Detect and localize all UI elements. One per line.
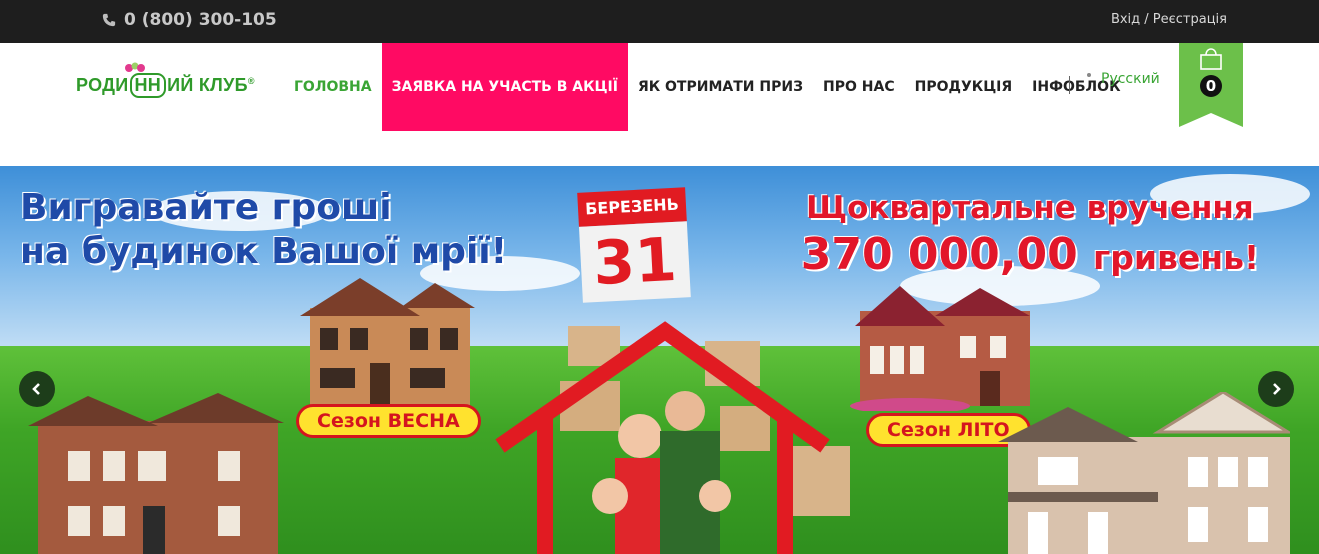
nav-item-how-to-get-prize[interactable]: ЯК ОТРИМАТИ ПРИЗ bbox=[628, 43, 813, 131]
site-logo[interactable]: РОДИ НН ИЙ КЛУБ® bbox=[76, 62, 254, 107]
slider-next-button[interactable] bbox=[1258, 371, 1294, 407]
language-bullet bbox=[1087, 73, 1091, 77]
house-brick-image bbox=[28, 393, 284, 554]
prize-amount: 370 000,00 bbox=[800, 229, 1078, 280]
main-navigation: ГОЛОВНА ЗАЯВКА НА УЧАСТЬ В АКЦІЇ ЯК ОТРИ… bbox=[284, 43, 1131, 131]
phone-contact[interactable]: 0 (800) 300-105 bbox=[102, 10, 277, 30]
headline-right-line2: 370 000,00 гривень! bbox=[801, 228, 1259, 285]
logo-registered-mark: ® bbox=[247, 76, 255, 86]
season-spring-badge: Сезон ВЕСНА bbox=[296, 404, 481, 438]
nav-item-products[interactable]: ПРОДУКЦІЯ bbox=[905, 43, 1023, 131]
calendar-date: БЕРЕЗЕНЬ 31 bbox=[577, 187, 691, 303]
house-spring-image bbox=[300, 278, 475, 406]
headline-right-line1: Щоквартальне вручення bbox=[806, 190, 1254, 226]
phone-number: 0 (800) 300-105 bbox=[124, 10, 277, 30]
slider-prev-button[interactable] bbox=[19, 371, 55, 407]
phone-icon bbox=[102, 13, 116, 27]
house-beige-image bbox=[998, 392, 1290, 554]
login-register-link[interactable]: Вхід / Реєстрація bbox=[1111, 12, 1227, 27]
nav-item-about[interactable]: ПРО НАС bbox=[813, 43, 905, 131]
headline-left-line1: Вигравайте гроші bbox=[20, 187, 392, 228]
prize-currency: гривень! bbox=[1093, 238, 1259, 277]
calendar-month: БЕРЕЗЕНЬ bbox=[577, 187, 687, 227]
language-switch[interactable]: Русский bbox=[1087, 71, 1160, 87]
chevron-left-icon bbox=[32, 383, 40, 395]
chevron-right-icon bbox=[1273, 383, 1281, 395]
site-header: РОДИ НН ИЙ КЛУБ® ГОЛОВНА ЗАЯВКА НА УЧАСТЬ … bbox=[0, 43, 1319, 166]
banner-headline-left: Вигравайте гроші на будинок Вашої мрії! bbox=[20, 186, 507, 274]
cart-count: 0 bbox=[1205, 77, 1217, 95]
top-bar: 0 (800) 300-105 Вхід / Реєстрація bbox=[0, 0, 1319, 43]
nav-item-infoblock[interactable]: ІНФОБЛОК bbox=[1022, 43, 1130, 131]
calendar-day: 31 bbox=[578, 221, 691, 303]
nav-divider bbox=[1069, 76, 1070, 94]
cart-button[interactable]: 0 bbox=[1179, 43, 1243, 127]
nav-item-apply[interactable]: ЗАЯВКА НА УЧАСТЬ В АКЦІЇ bbox=[381, 43, 628, 131]
language-label: Русский bbox=[1101, 71, 1160, 87]
headline-left-line2: на будинок Вашої мрії! bbox=[20, 231, 508, 272]
promo-banner-slider[interactable]: Сезон ВЕСНА БЕРЕЗЕНЬ 31 Сезон ЛІТО Вигра… bbox=[0, 166, 1319, 554]
logo-text-part2: НН bbox=[129, 73, 167, 98]
nav-item-home[interactable]: ГОЛОВНА bbox=[284, 43, 382, 131]
banner-headline-right: Щоквартальне вручення 370 000,00 гривень… bbox=[801, 188, 1259, 285]
logo-text-part3: ИЙ КЛУБ bbox=[167, 75, 248, 95]
logo-text-part1: РОДИ bbox=[76, 75, 129, 95]
family-house-frame-image bbox=[495, 321, 850, 554]
logo-text: РОДИ НН ИЙ КЛУБ® bbox=[76, 73, 255, 98]
